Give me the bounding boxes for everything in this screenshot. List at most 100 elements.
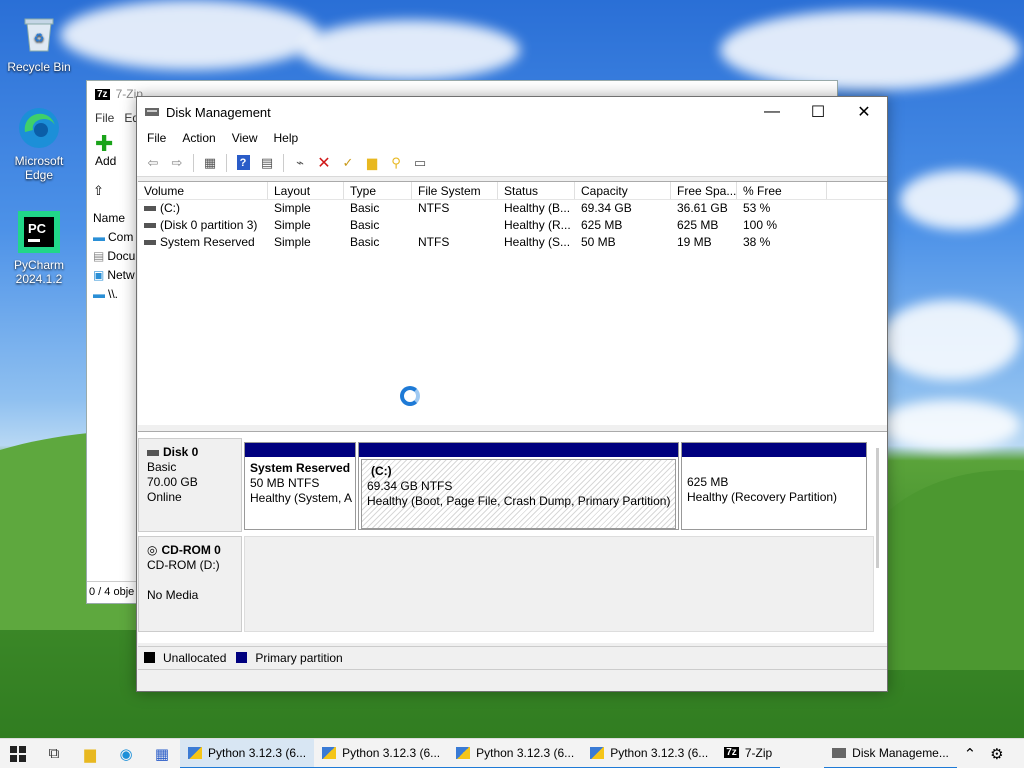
- primary-partition-swatch: [236, 652, 248, 663]
- menu-bar: File Action View Help: [137, 127, 887, 149]
- cdrom-drive: CD-ROM (D:): [147, 558, 220, 572]
- python-icon: [188, 746, 202, 759]
- col-volume[interactable]: Volume: [138, 182, 268, 199]
- desktop-icon-edge[interactable]: Microsoft Edge: [1, 106, 77, 182]
- python-icon: [456, 746, 471, 759]
- start-button[interactable]: [0, 739, 36, 768]
- disk-management-window[interactable]: Disk Management — ☐ ✕ File Action View H…: [136, 96, 888, 692]
- disk-0-size: 70.00 GB: [147, 475, 198, 489]
- primary-partition-bar: [682, 443, 866, 457]
- edge-taskbar-icon[interactable]: ◉: [108, 739, 144, 768]
- partition-recovery[interactable]: 625 MB Healthy (Recovery Partition): [681, 442, 867, 530]
- loading-spinner-icon: [400, 386, 420, 406]
- menu-action[interactable]: Action: [182, 131, 215, 145]
- col-layout[interactable]: Layout: [268, 182, 344, 199]
- taskbar-python-4[interactable]: Python 3.12.3 (6...: [582, 739, 717, 768]
- python-icon: [322, 746, 337, 759]
- close-button[interactable]: ✕: [841, 97, 887, 127]
- taskbar-python-2[interactable]: Python 3.12.3 (6...: [314, 739, 449, 768]
- delete-icon[interactable]: ✕: [314, 153, 334, 173]
- desktop-icon-pycharm[interactable]: PC PyCharm 2024.1.2: [1, 210, 77, 286]
- volume-icon: [144, 223, 156, 228]
- primary-partition-bar: [245, 443, 355, 457]
- desktop-icon-label: PyCharm 2024.1.2: [13, 258, 64, 286]
- volume-list[interactable]: Volume Layout Type File System Status Ca…: [138, 181, 887, 425]
- minimize-button[interactable]: —: [749, 97, 795, 127]
- forward-icon[interactable]: ⇨: [167, 153, 187, 173]
- 7zip-up-folder-icon[interactable]: ⇧: [93, 183, 104, 199]
- edge-icon: [17, 106, 61, 150]
- 7zip-list-item[interactable]: ▣ Netw: [87, 266, 139, 285]
- 7zip-col-name[interactable]: Name: [87, 209, 139, 228]
- legend-unallocated: Unallocated: [163, 650, 227, 665]
- help-icon[interactable]: ?: [233, 153, 253, 173]
- toolbar: ⇦ ⇨ ▦ ? ▤ ⌁ ✕ ✓ ▆ ⚲ ▭: [137, 149, 887, 177]
- show-hide-tree-icon[interactable]: ▦: [200, 153, 220, 173]
- menu-help[interactable]: Help: [274, 131, 299, 145]
- folder-icon[interactable]: ▆: [362, 153, 382, 173]
- cdrom-0-label[interactable]: ◎ CD-ROM 0 CD-ROM (D:) No Media: [138, 536, 242, 632]
- vertical-scrollbar[interactable]: [876, 448, 879, 568]
- partition-system-reserved[interactable]: System Reserved 50 MB NTFS Healthy (Syst…: [244, 442, 356, 530]
- 7zip-list-item[interactable]: ▬ \\.: [87, 285, 139, 304]
- document-icon: ▤: [93, 249, 105, 263]
- primary-partition-bar: [359, 443, 678, 457]
- 7zip-status-bar: 0 / 4 obje: [87, 581, 139, 603]
- store-icon[interactable]: ▦: [144, 739, 180, 768]
- desktop-icon-recycle-bin[interactable]: ♻ Recycle Bin: [1, 12, 77, 74]
- toolbar-separator: [193, 153, 194, 172]
- 7zip-menu-file[interactable]: File: [95, 111, 114, 125]
- disk-management-icon: [145, 108, 159, 116]
- chevron-up-icon[interactable]: ⌃: [957, 739, 983, 768]
- task-view-icon[interactable]: ⧉: [36, 739, 72, 768]
- taskbar: ⧉ ▆ ◉ ▦ Python 3.12.3 (6... Python 3.12.…: [0, 738, 1024, 768]
- unallocated-swatch: [144, 652, 155, 663]
- table-row[interactable]: (C:) Simple Basic NTFS Healthy (B... 69.…: [138, 200, 887, 217]
- disk-0-label[interactable]: Disk 0 Basic 70.00 GB Online: [138, 438, 242, 532]
- toolbar-separator: [283, 153, 284, 172]
- col-percent-free[interactable]: % Free: [737, 182, 827, 199]
- col-capacity[interactable]: Capacity: [575, 182, 671, 199]
- search-folder-icon[interactable]: ⚲: [386, 153, 406, 173]
- file-explorer-icon[interactable]: ▆: [72, 739, 108, 768]
- volume-icon: [144, 206, 156, 211]
- gear-icon[interactable]: ⚙: [983, 739, 1011, 768]
- cdrom-media-status: No Media: [147, 588, 199, 602]
- 7zip-list-item[interactable]: ▤ Docu: [87, 247, 139, 266]
- partition-c-drive[interactable]: (C:) 69.34 GB NTFS Healthy (Boot, Page F…: [358, 442, 679, 530]
- col-status[interactable]: Status: [498, 182, 575, 199]
- toolbar-separator: [226, 153, 227, 172]
- connect-icon[interactable]: ⌁: [290, 153, 310, 173]
- disk-management-icon: [832, 747, 847, 758]
- maximize-button[interactable]: ☐: [795, 97, 841, 127]
- 7zip-list-item[interactable]: ▬ Com: [87, 228, 139, 247]
- svg-text:PC: PC: [28, 221, 47, 236]
- back-icon[interactable]: ⇦: [143, 153, 163, 173]
- cdrom-icon: ◎: [147, 543, 158, 557]
- desktop-icon-label: Recycle Bin: [7, 60, 71, 74]
- check-icon[interactable]: ✓: [338, 153, 358, 173]
- status-bar: [138, 669, 887, 691]
- menu-file[interactable]: File: [147, 131, 166, 145]
- table-row[interactable]: System Reserved Simple Basic NTFS Health…: [138, 234, 887, 251]
- col-file-system[interactable]: File System: [412, 182, 498, 199]
- taskbar-python-1[interactable]: Python 3.12.3 (6...: [180, 738, 315, 768]
- 7zip-logo-icon: 7z: [95, 88, 110, 100]
- volume-icon: [144, 240, 156, 245]
- col-free-space[interactable]: Free Spa...: [671, 182, 737, 199]
- network-icon: ▣: [93, 268, 105, 282]
- menu-view[interactable]: View: [232, 131, 258, 145]
- disk-0-type: Basic: [147, 460, 177, 474]
- disk-graphical-view[interactable]: Disk 0 Basic 70.00 GB Online System Rese…: [138, 431, 887, 643]
- col-type[interactable]: Type: [344, 182, 412, 199]
- taskbar-python-3[interactable]: Python 3.12.3 (6...: [448, 739, 583, 768]
- desktop-icon-label: Microsoft Edge: [14, 154, 64, 182]
- computer-icon: ▬: [93, 230, 105, 244]
- recycle-bin-icon: ♻: [17, 12, 61, 56]
- console-icon[interactable]: ▭: [410, 153, 430, 173]
- taskbar-7zip[interactable]: 7z 7-Zip: [716, 739, 781, 768]
- properties-icon[interactable]: ▤: [257, 153, 277, 173]
- taskbar-disk-management[interactable]: Disk Manageme...: [824, 739, 957, 768]
- disk-icon: [147, 449, 159, 456]
- table-row[interactable]: (Disk 0 partition 3) Simple Basic Health…: [138, 217, 887, 234]
